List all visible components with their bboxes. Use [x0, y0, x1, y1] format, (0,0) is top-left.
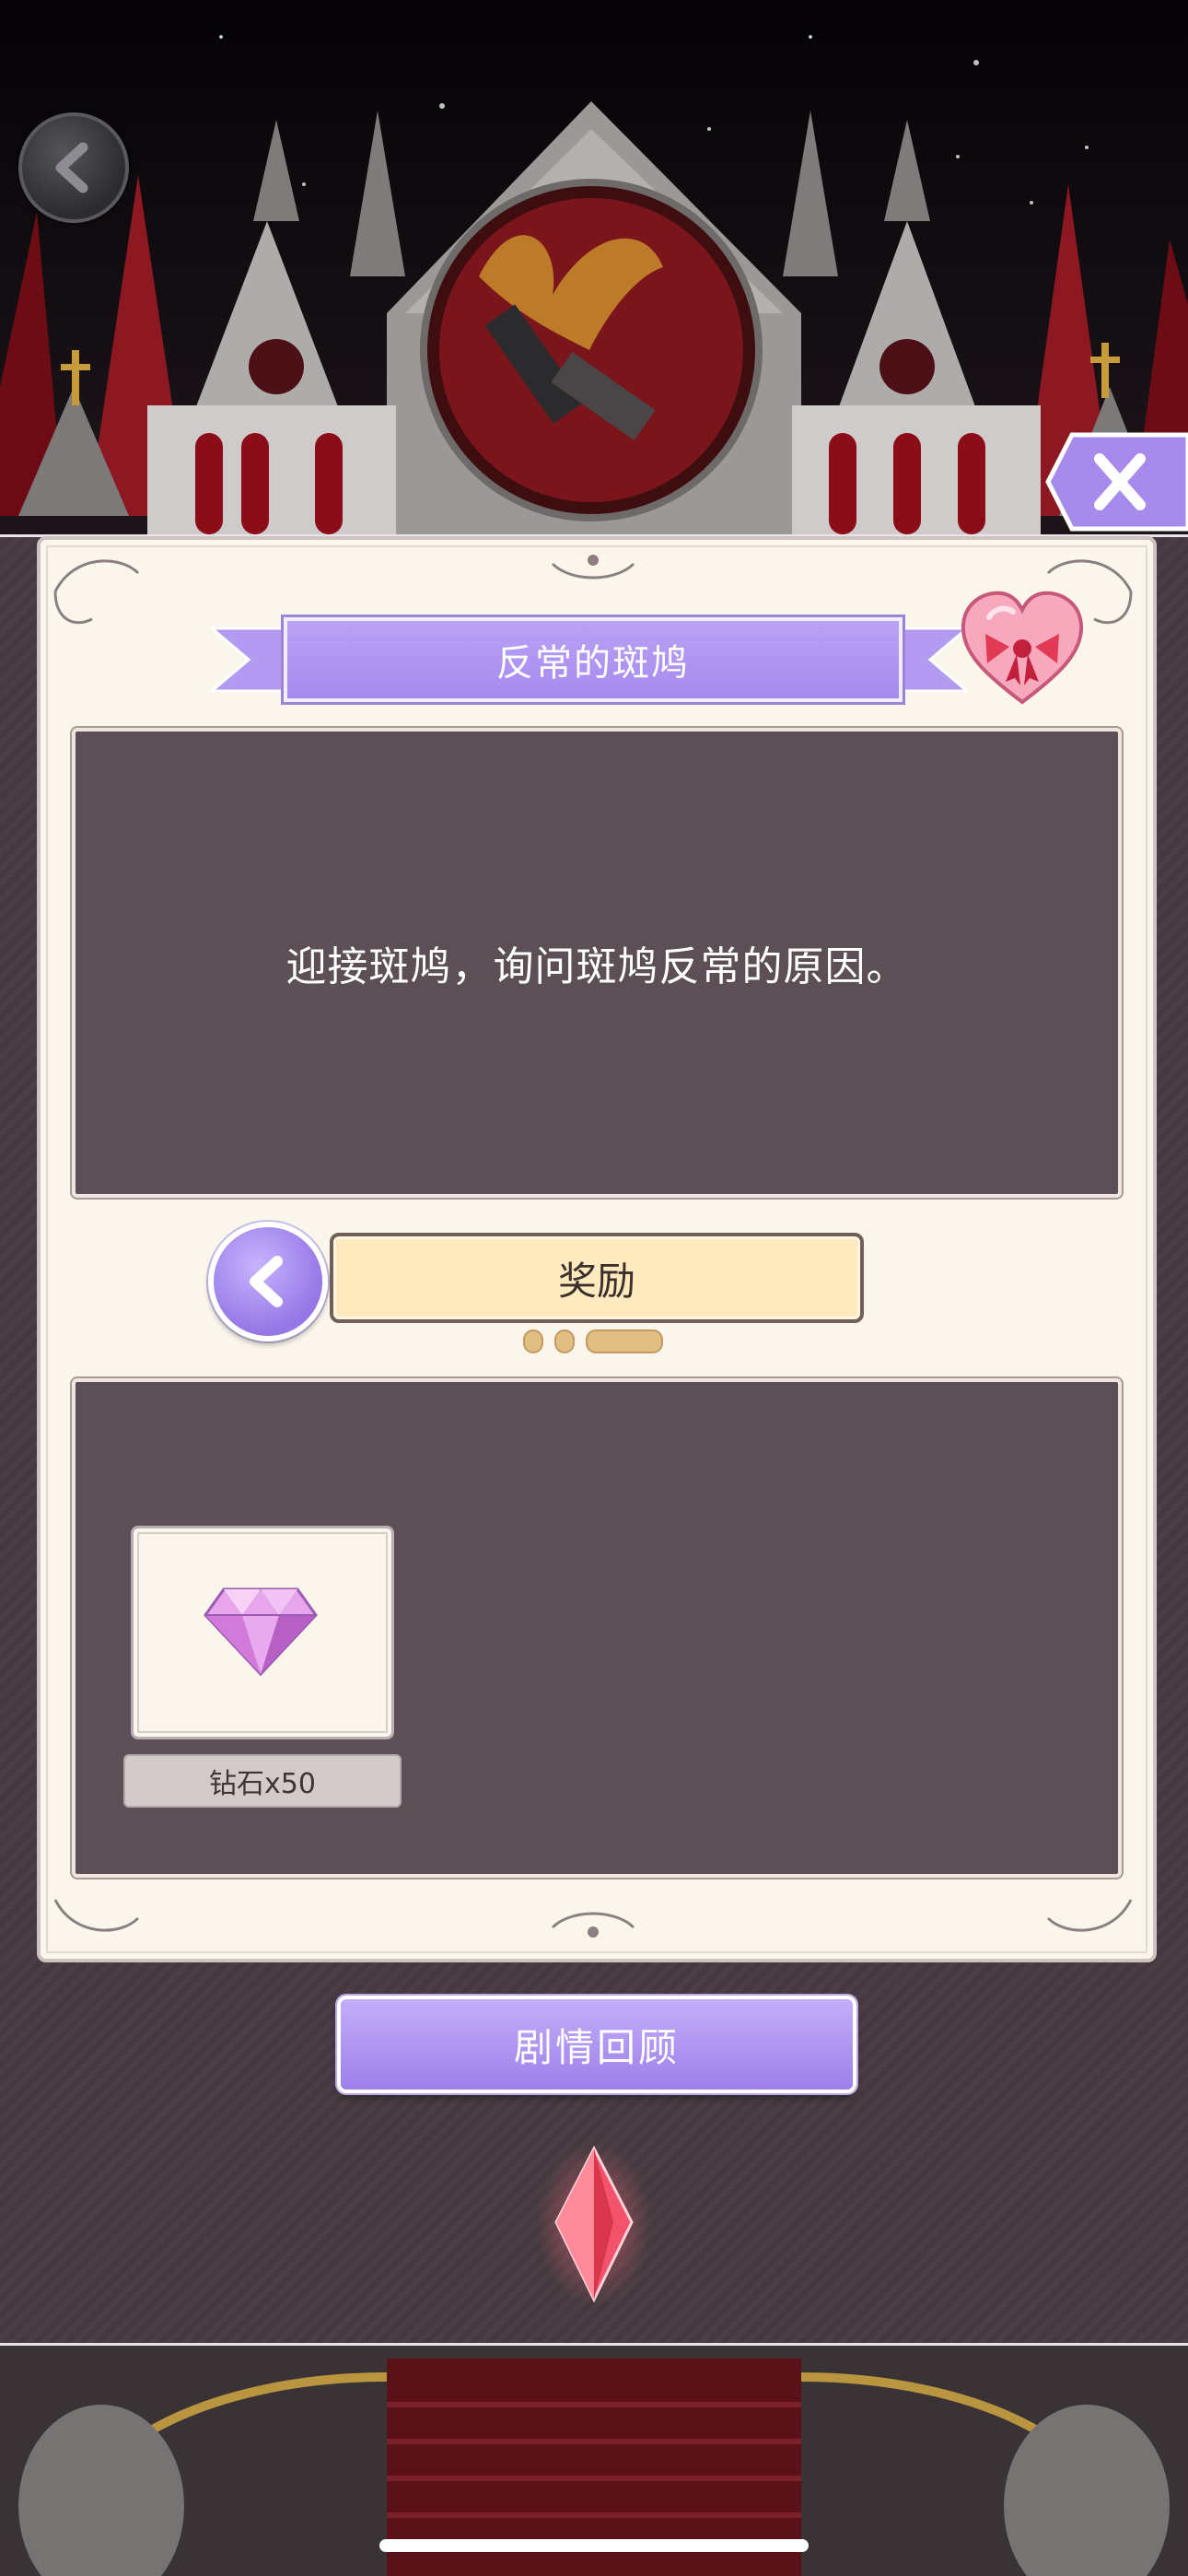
reward-item-label: 钻石x50	[123, 1754, 402, 1808]
story-review-button[interactable]: 剧情回顾	[337, 1996, 856, 2093]
quest-description-box: 迎接斑鸠，询问斑鸠反常的原因。	[72, 728, 1122, 1198]
game-screen: 反常的斑鸠 迎接斑鸠，询问斑鸠反常的原因。 奖励 钻石x50 剧情回顾	[0, 0, 1188, 2576]
quest-description: 迎接斑鸠，询问斑鸠反常的原因。	[285, 943, 908, 990]
diamond-icon	[204, 1587, 318, 1677]
red-crystal-icon	[537, 2143, 651, 2305]
pager-dot	[554, 1329, 575, 1353]
pager-dot	[523, 1329, 543, 1353]
close-button[interactable]	[1044, 431, 1188, 533]
reward-tab: 奖励	[330, 1233, 864, 1323]
heart-ribbon-icon	[961, 591, 1084, 705]
quest-title: 反常的斑鸠	[284, 617, 903, 702]
reward-item-slot[interactable]	[131, 1526, 394, 1739]
chevron-left-icon	[250, 1256, 283, 1307]
previous-page-button[interactable]	[208, 1222, 328, 1341]
home-indicator[interactable]	[379, 2539, 809, 2552]
rose-window-emblem	[420, 179, 763, 521]
back-button[interactable]	[18, 112, 129, 223]
chevron-left-icon	[55, 142, 88, 193]
pager-dot-active	[586, 1329, 663, 1353]
